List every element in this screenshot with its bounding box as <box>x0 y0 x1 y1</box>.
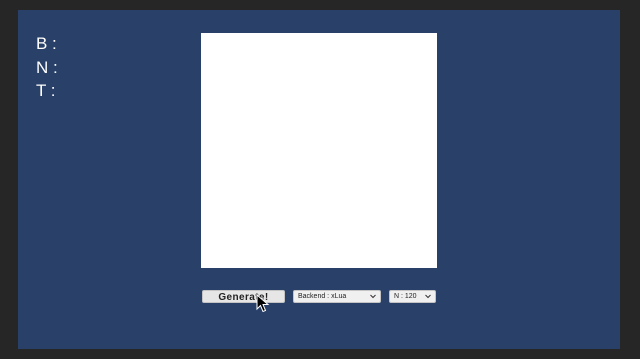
stats-panel: B : N : T : <box>36 32 58 103</box>
stat-t: T : <box>36 79 58 103</box>
stat-b: B : <box>36 32 58 56</box>
backend-select[interactable]: Backend : xLua <box>293 290 381 303</box>
backend-select-value: Backend : xLua <box>298 293 347 300</box>
generate-button[interactable]: Generate! <box>202 290 285 303</box>
chevron-down-icon <box>425 294 431 299</box>
render-canvas <box>201 33 437 268</box>
count-select-value: N : 120 <box>394 293 417 300</box>
stat-b-label: B : <box>36 34 57 53</box>
count-select[interactable]: N : 120 <box>389 290 436 303</box>
stat-n: N : <box>36 56 58 80</box>
window-frame: B : N : T : Generate! Backend : xLua N:… <box>0 0 640 359</box>
controls-bar: Generate! Backend : xLua N : 120 <box>18 290 620 304</box>
stat-n-label: N : <box>36 57 58 77</box>
chevron-down-icon <box>370 294 376 299</box>
app-viewport: B : N : T : Generate! Backend : xLua N:… <box>18 10 620 349</box>
stat-t-label: T : <box>36 81 56 100</box>
